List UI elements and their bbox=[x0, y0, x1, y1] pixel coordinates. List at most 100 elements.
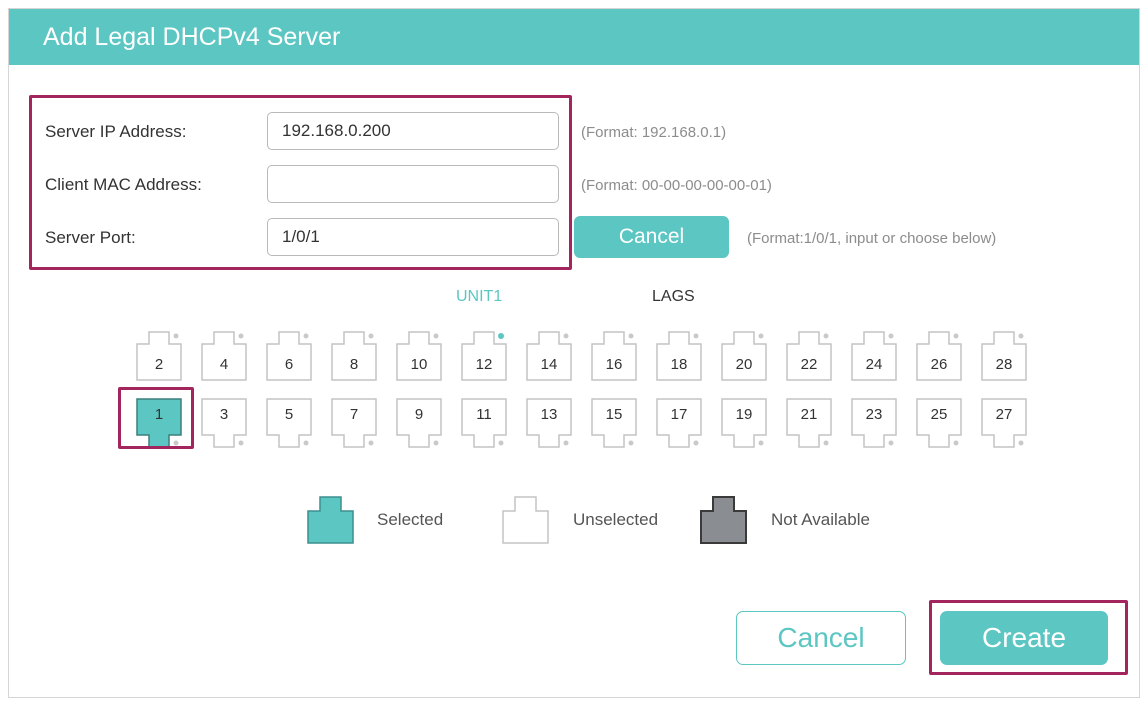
port-status-dot bbox=[823, 440, 829, 446]
port-28[interactable]: 28 bbox=[981, 331, 1027, 381]
port-status-dot bbox=[628, 333, 634, 339]
port-7[interactable]: 7 bbox=[331, 398, 377, 448]
port-3[interactable]: 3 bbox=[201, 398, 247, 448]
port-14[interactable]: 14 bbox=[526, 331, 572, 381]
port-status-dot bbox=[563, 333, 569, 339]
legend-selected-label: Selected bbox=[377, 510, 444, 529]
port-status-dot bbox=[433, 333, 439, 339]
port-status-dot bbox=[498, 440, 504, 446]
port-9[interactable]: 9 bbox=[396, 398, 442, 448]
port-21[interactable]: 21 bbox=[786, 398, 832, 448]
port-20[interactable]: 20 bbox=[721, 331, 767, 381]
not-available-port-icon bbox=[700, 496, 747, 549]
port-status-dot bbox=[303, 440, 309, 446]
port-number-label: 8 bbox=[349, 356, 359, 373]
port-number-label: 11 bbox=[476, 406, 492, 423]
port-status-dot bbox=[823, 333, 829, 339]
port-status-dot bbox=[758, 440, 764, 446]
port-15[interactable]: 15 bbox=[591, 398, 637, 448]
port-status-dot bbox=[173, 333, 179, 339]
tab-unit1[interactable]: UNIT1 bbox=[456, 288, 502, 306]
port-number-label: 14 bbox=[540, 356, 558, 373]
port-1-highlight-box bbox=[118, 387, 194, 449]
port-status-dot bbox=[628, 440, 634, 446]
port-number-label: 13 bbox=[540, 406, 558, 423]
server-ip-input[interactable] bbox=[267, 112, 559, 150]
port-13[interactable]: 13 bbox=[526, 398, 572, 448]
dialog-title: Add Legal DHCPv4 Server bbox=[9, 9, 1139, 65]
port-number-label: 27 bbox=[995, 406, 1013, 423]
port-status-dot bbox=[888, 333, 894, 339]
port-status-dot bbox=[498, 333, 504, 339]
port-number-label: 9 bbox=[414, 406, 424, 423]
client-mac-label: Client MAC Address: bbox=[45, 175, 202, 194]
port-10[interactable]: 10 bbox=[396, 331, 442, 381]
port-number-label: 10 bbox=[410, 356, 428, 373]
port-status-dot bbox=[563, 440, 569, 446]
port-status-dot bbox=[1018, 333, 1024, 339]
port-24[interactable]: 24 bbox=[851, 331, 897, 381]
port-number-label: 4 bbox=[219, 356, 229, 373]
port-status-dot bbox=[693, 440, 699, 446]
port-number-label: 28 bbox=[995, 356, 1013, 373]
tab-lags[interactable]: LAGS bbox=[652, 288, 695, 306]
port-26[interactable]: 26 bbox=[916, 331, 962, 381]
port-2[interactable]: 2 bbox=[136, 331, 182, 381]
port-number-label: 23 bbox=[865, 406, 883, 423]
port-11[interactable]: 11 bbox=[461, 398, 507, 448]
port-number-label: 3 bbox=[219, 406, 229, 423]
port-number-label: 12 bbox=[475, 356, 493, 373]
port-5[interactable]: 5 bbox=[266, 398, 312, 448]
port-number-label: 15 bbox=[605, 406, 623, 423]
legend-unselected-label: Unselected bbox=[573, 510, 659, 529]
client-mac-hint: (Format: 00-00-00-00-00-01) bbox=[581, 177, 772, 194]
port-number-label: 26 bbox=[930, 356, 948, 373]
port-number-label: 2 bbox=[154, 356, 164, 373]
port-16[interactable]: 16 bbox=[591, 331, 637, 381]
server-ip-label: Server IP Address: bbox=[45, 122, 187, 141]
port-status-dot bbox=[758, 333, 764, 339]
port-status-dot bbox=[888, 440, 894, 446]
cancel-button[interactable]: Cancel bbox=[736, 611, 906, 665]
port-cancel-button[interactable]: Cancel bbox=[574, 216, 729, 258]
port-status-dot bbox=[953, 333, 959, 339]
port-number-label: 21 bbox=[800, 406, 818, 423]
port-status-dot bbox=[303, 333, 309, 339]
port-status-dot bbox=[368, 440, 374, 446]
server-port-hint: (Format:1/0/1, input or choose below) bbox=[747, 230, 997, 247]
create-button[interactable]: Create bbox=[940, 611, 1108, 665]
server-port-input[interactable] bbox=[267, 218, 559, 256]
legend-not-available-label: Not Available bbox=[771, 510, 870, 529]
port-17[interactable]: 17 bbox=[656, 398, 702, 448]
port-number-label: 19 bbox=[735, 406, 753, 423]
port-number-label: 24 bbox=[865, 356, 883, 373]
server-ip-hint: (Format: 192.168.0.1) bbox=[581, 124, 727, 141]
port-25[interactable]: 25 bbox=[916, 398, 962, 448]
server-port-label: Server Port: bbox=[45, 228, 136, 247]
port-19[interactable]: 19 bbox=[721, 398, 767, 448]
port-status-dot bbox=[1018, 440, 1024, 446]
port-number-label: 5 bbox=[284, 406, 294, 423]
port-number-label: 17 bbox=[670, 406, 688, 423]
port-23[interactable]: 23 bbox=[851, 398, 897, 448]
port-status-dot bbox=[953, 440, 959, 446]
port-status-dot bbox=[368, 333, 374, 339]
port-status-dot bbox=[238, 333, 244, 339]
port-status-dot bbox=[693, 333, 699, 339]
port-12[interactable]: 12 bbox=[461, 331, 507, 381]
port-status-dot bbox=[433, 440, 439, 446]
port-8[interactable]: 8 bbox=[331, 331, 377, 381]
port-number-label: 25 bbox=[930, 406, 948, 423]
port-27[interactable]: 27 bbox=[981, 398, 1027, 448]
port-number-label: 7 bbox=[349, 406, 359, 423]
port-number-label: 6 bbox=[284, 356, 294, 373]
port-4[interactable]: 4 bbox=[201, 331, 247, 381]
port-status-dot bbox=[238, 440, 244, 446]
port-18[interactable]: 18 bbox=[656, 331, 702, 381]
port-22[interactable]: 22 bbox=[786, 331, 832, 381]
add-dhcp-server-dialog: Add Legal DHCPv4 Server Server IP Addres… bbox=[8, 8, 1140, 698]
selected-port-icon bbox=[307, 496, 354, 549]
client-mac-input[interactable] bbox=[267, 165, 559, 203]
port-number-label: 16 bbox=[605, 356, 623, 373]
port-6[interactable]: 6 bbox=[266, 331, 312, 381]
